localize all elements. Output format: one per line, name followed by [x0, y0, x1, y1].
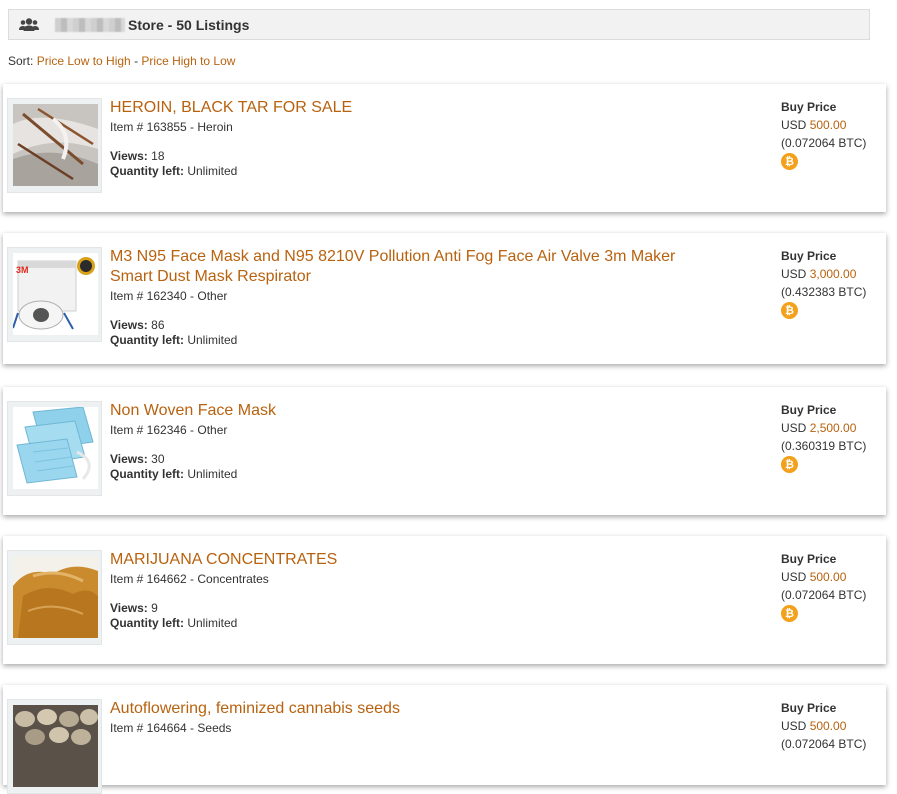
views-count: 30	[151, 452, 165, 466]
views-label: Views:	[110, 601, 148, 615]
buy-price-label: Buy Price	[781, 249, 837, 263]
views-label: Views:	[110, 318, 148, 332]
store-header: Store - 50 Listings	[8, 9, 870, 40]
price-amount: 2,500.00	[809, 421, 857, 435]
views-count: 18	[151, 149, 165, 163]
users-icon	[19, 17, 39, 33]
price-block: Buy Price USD 3,000.00 (0.432383 BTC) ₿	[781, 247, 866, 319]
price-amount: 500.00	[809, 118, 847, 132]
price-block: Buy Price USD 500.00 (0.072064 BTC)	[781, 699, 866, 753]
sort-price-high-link[interactable]: Price High to Low	[141, 54, 235, 68]
price-block: Buy Price USD 500.00 (0.072064 BTC) ₿	[781, 550, 866, 622]
btc-amount: (0.072064 BTC)	[781, 737, 867, 751]
btc-amount: (0.432383 BTC)	[781, 285, 867, 299]
sort-separator: -	[130, 54, 142, 68]
buy-price-label: Buy Price	[781, 100, 837, 114]
quantity-label: Quantity left:	[110, 164, 184, 178]
sort-label: Sort:	[8, 54, 37, 68]
brand-logo-text: 3M	[16, 265, 29, 275]
listing-card: Autoflowering, feminized cannabis seeds …	[3, 685, 886, 794]
currency: USD	[781, 118, 807, 132]
listing-title[interactable]: Autoflowering, feminized cannabis seeds	[110, 699, 706, 719]
listing-title[interactable]: HEROIN, BLACK TAR FOR SALE	[110, 98, 706, 118]
item-number: Item # 162340 - Other	[110, 289, 228, 303]
listing-thumbnail[interactable]	[7, 401, 102, 496]
views-count: 9	[151, 601, 158, 615]
bitcoin-icon: ₿	[781, 302, 798, 319]
item-number: Item # 162346 - Other	[110, 423, 228, 437]
listing-thumbnail[interactable]	[7, 699, 102, 794]
item-number: Item # 163855 - Heroin	[110, 120, 233, 134]
sort-bar: Sort: Price Low to High - Price High to …	[8, 54, 235, 68]
listing-card: HEROIN, BLACK TAR FOR SALE Item # 163855…	[3, 84, 886, 212]
redacted-store-name	[55, 17, 125, 32]
price-amount: 500.00	[809, 570, 847, 584]
item-number: Item # 164664 - Seeds	[110, 721, 232, 735]
buy-price-label: Buy Price	[781, 552, 837, 566]
listing-title[interactable]: MARIJUANA CONCENTRATES	[110, 550, 706, 570]
listing-card: MARIJUANA CONCENTRATES Item # 164662 - C…	[3, 536, 886, 664]
listing-card: 3M M3 N95 Face Mask and N95 8210V Pollut…	[3, 233, 886, 364]
currency: USD	[781, 421, 807, 435]
quantity-value: Unlimited	[187, 467, 238, 481]
quantity-value: Unlimited	[187, 333, 238, 347]
quantity-value: Unlimited	[187, 616, 238, 630]
bitcoin-icon: ₿	[781, 153, 798, 170]
price-block: Buy Price USD 2,500.00 (0.360319 BTC) ₿	[781, 401, 866, 473]
views-label: Views:	[110, 452, 148, 466]
btc-amount: (0.360319 BTC)	[781, 439, 867, 453]
quantity-value: Unlimited	[187, 164, 238, 178]
sort-price-low-link[interactable]: Price Low to High	[37, 54, 131, 68]
views-label: Views:	[110, 149, 148, 163]
price-block: Buy Price USD 500.00 (0.072064 BTC) ₿	[781, 98, 866, 170]
views-count: 86	[151, 318, 165, 332]
btc-amount: (0.072064 BTC)	[781, 588, 867, 602]
listing-card: Non Woven Face Mask Item # 162346 - Othe…	[3, 387, 886, 515]
listing-thumbnail[interactable]: 3M	[7, 247, 102, 342]
listing-title[interactable]: M3 N95 Face Mask and N95 8210V Pollution…	[110, 247, 706, 287]
quantity-label: Quantity left:	[110, 616, 184, 630]
currency: USD	[781, 570, 807, 584]
price-amount: 500.00	[809, 719, 847, 733]
currency: USD	[781, 719, 807, 733]
btc-amount: (0.072064 BTC)	[781, 136, 867, 150]
price-amount: 3,000.00	[809, 267, 857, 281]
quantity-label: Quantity left:	[110, 333, 184, 347]
buy-price-label: Buy Price	[781, 701, 837, 715]
buy-price-label: Buy Price	[781, 403, 837, 417]
listing-thumbnail[interactable]	[7, 98, 102, 193]
listing-thumbnail[interactable]	[7, 550, 102, 645]
currency: USD	[781, 267, 807, 281]
bitcoin-icon: ₿	[781, 605, 798, 622]
listing-title[interactable]: Non Woven Face Mask	[110, 401, 706, 421]
bitcoin-icon: ₿	[781, 456, 798, 473]
page-title: Store - 50 Listings	[128, 16, 250, 33]
item-number: Item # 164662 - Concentrates	[110, 572, 269, 586]
quantity-label: Quantity left:	[110, 467, 184, 481]
